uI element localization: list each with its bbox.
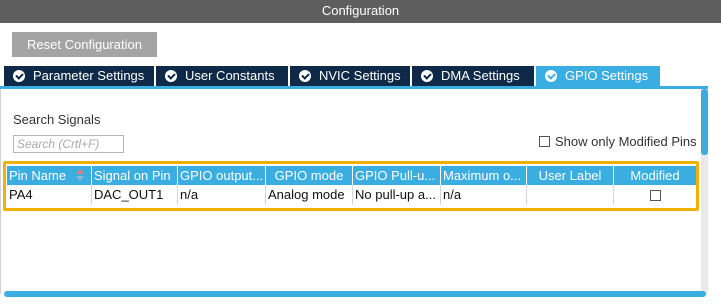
check-circle-icon — [545, 70, 557, 82]
search-signals-label: Search Signals — [13, 112, 101, 127]
show-only-modified-toggle[interactable]: Show only Modified Pins — [539, 134, 697, 149]
sort-icon[interactable] — [76, 169, 85, 182]
column-header-gpio-mode[interactable]: GPIO mode — [266, 166, 353, 185]
check-circle-icon — [13, 70, 25, 82]
vertical-scrollbar-thumb[interactable] — [701, 89, 708, 155]
table-row[interactable]: PA4 DAC_OUT1 n/a Analog mode No pull-up … — [7, 185, 696, 205]
cell-gpio-pull: No pull-up a... — [353, 185, 441, 205]
cell-user-label[interactable] — [527, 185, 614, 205]
cell-signal-on-pin: DAC_OUT1 — [92, 185, 178, 205]
reset-configuration-button[interactable]: Reset Configuration — [12, 32, 157, 57]
tab-label: User Constants — [185, 68, 275, 83]
tab-label: DMA Settings — [441, 68, 520, 83]
tab-label: Parameter Settings — [33, 68, 145, 83]
tab-nvic-settings[interactable]: NVIC Settings — [290, 66, 410, 86]
column-header-gpio-output[interactable]: GPIO output... — [178, 166, 266, 185]
cell-pin-name: PA4 — [7, 185, 92, 205]
tab-label: GPIO Settings — [565, 68, 649, 83]
cell-gpio-output: n/a — [178, 185, 266, 205]
show-only-modified-checkbox[interactable] — [539, 136, 550, 147]
cell-modified — [614, 185, 696, 205]
column-header-modified[interactable]: Modified — [614, 166, 696, 185]
window-title: Configuration — [0, 0, 721, 23]
tab-gpio-settings[interactable]: GPIO Settings — [536, 66, 660, 86]
settings-tabs: Parameter Settings User Constants NVIC S… — [4, 66, 662, 86]
tab-parameter-settings[interactable]: Parameter Settings — [4, 66, 154, 86]
cell-maximum-output: n/a — [441, 185, 527, 205]
tab-dma-settings[interactable]: DMA Settings — [412, 66, 534, 86]
cell-gpio-mode: Analog mode — [266, 185, 353, 205]
horizontal-scrollbar[interactable] — [4, 291, 706, 297]
column-header-maximum-output[interactable]: Maximum o... — [441, 166, 527, 185]
check-circle-icon — [299, 70, 311, 82]
modified-checkbox[interactable] — [649, 189, 661, 201]
show-only-modified-label: Show only Modified Pins — [555, 134, 697, 149]
column-header-signal-on-pin[interactable]: Signal on Pin — [92, 166, 178, 185]
table-header: Pin Name Signal on Pin GPIO output... GP… — [7, 166, 696, 185]
search-input[interactable] — [13, 135, 124, 153]
tab-user-constants[interactable]: User Constants — [156, 66, 288, 86]
check-circle-icon — [421, 70, 433, 82]
column-header-user-label[interactable]: User Label — [527, 166, 614, 185]
column-header-pin-name[interactable]: Pin Name — [7, 166, 92, 185]
check-circle-icon — [165, 70, 177, 82]
column-header-gpio-pull[interactable]: GPIO Pull-u... — [353, 166, 441, 185]
tab-label: NVIC Settings — [319, 68, 401, 83]
